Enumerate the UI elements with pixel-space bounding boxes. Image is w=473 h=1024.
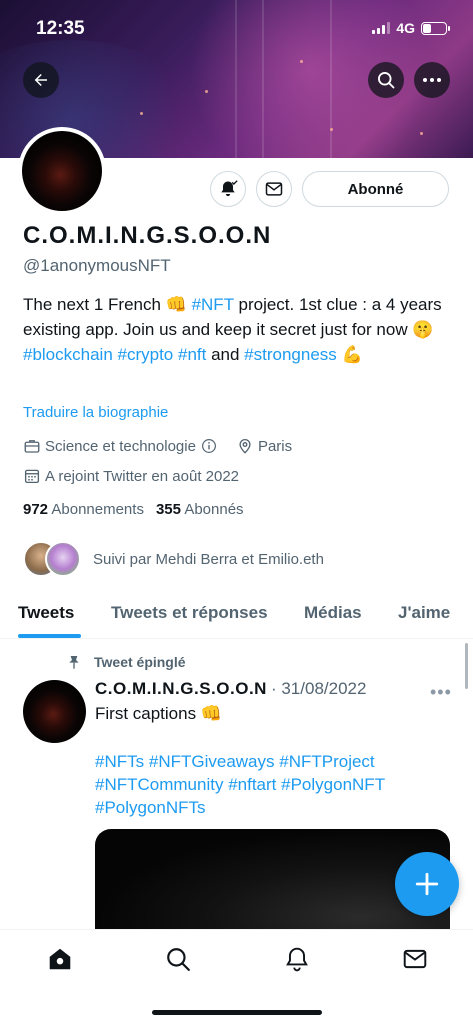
followers-link[interactable]: 355 Abonnés (156, 501, 244, 518)
profile-avatar[interactable] (18, 127, 106, 215)
profile-category: Science et technologie (45, 437, 196, 455)
home-indicator[interactable] (152, 1010, 322, 1015)
banner-speck (300, 60, 303, 63)
search-icon (167, 948, 190, 971)
hashtag-link[interactable]: #nftart (228, 775, 276, 794)
tweet-hashtags: #NFTs #NFTGiveaways #NFTProject #NFTComm… (95, 750, 435, 819)
banner-speck (420, 132, 423, 135)
banner-speck (140, 112, 143, 115)
network-label: 4G (396, 20, 415, 36)
battery-icon (421, 21, 450, 35)
plus-icon (415, 872, 439, 896)
tweet-header: C.O.M.I.N.G.S.O.O.N · 31/08/2022 (95, 679, 366, 699)
banner-speck (330, 128, 333, 131)
tab-media[interactable]: Médias (304, 603, 362, 623)
banner-speck (205, 90, 208, 93)
profile-handle: @1anonymousNFT (23, 256, 171, 275)
message-button[interactable] (256, 171, 292, 207)
followed-by-text: Suivi par Mehdi Berra et Emilio.eth (93, 550, 324, 568)
hashtag-link[interactable]: #PolygonNFTs (95, 798, 206, 817)
hashtag-link[interactable]: #NFTProject (279, 752, 374, 771)
back-button[interactable] (23, 62, 59, 98)
bio-text: and (206, 345, 245, 364)
hashtag-link[interactable]: #NFTs (95, 752, 144, 771)
pinned-label: Tweet épinglé (94, 654, 186, 670)
profile-joined: A rejoint Twitter en août 2022 (45, 467, 240, 485)
info-icon[interactable] (200, 437, 218, 455)
tweet-avatar[interactable] (23, 680, 86, 743)
followed-by-row[interactable]: Suivi par Mehdi Berra et Emilio.eth (23, 541, 324, 577)
hashtag-link[interactable]: #crypto (118, 345, 174, 364)
status-time: 12:35 (36, 18, 85, 39)
profile-name: C.O.M.I.N.G.S.O.O.N (23, 222, 272, 249)
briefcase-icon (24, 440, 40, 453)
bell-check-icon (221, 180, 238, 197)
tweet-author[interactable]: C.O.M.I.N.G.S.O.O.N (95, 679, 267, 699)
tab-tweets[interactable]: Tweets (18, 603, 74, 623)
bio-text: 💪 (336, 345, 363, 364)
tweet-text: First captions 👊 (95, 704, 222, 723)
more-icon (423, 78, 441, 82)
tweet-date[interactable]: · 31/08/2022 (271, 679, 366, 699)
envelope-icon (265, 182, 283, 196)
follower-avatar (45, 541, 81, 577)
status-bar: 12:35 4G (0, 0, 473, 56)
tab-likes[interactable]: J'aime (398, 603, 450, 623)
search-icon (378, 72, 395, 89)
bell-icon (286, 947, 308, 972)
hashtag-link[interactable]: #nft (178, 345, 206, 364)
nav-notifications[interactable] (282, 944, 312, 974)
hashtag-link[interactable]: #NFTCommunity (95, 775, 223, 794)
nav-search[interactable] (163, 944, 193, 974)
pin-icon (69, 656, 79, 669)
bottom-nav (0, 929, 473, 1024)
tweet-more-icon[interactable]: ••• (430, 682, 452, 703)
profile-tabs: Tweets Tweets et réponses Médias J'aime (0, 595, 473, 639)
calendar-icon (24, 469, 40, 484)
home-icon (49, 948, 71, 970)
location-icon (239, 439, 251, 454)
hashtag-link[interactable]: #strongness (244, 345, 337, 364)
envelope-icon (403, 949, 427, 969)
nav-messages[interactable] (400, 944, 430, 974)
hashtag-link[interactable]: #PolygonNFT (281, 775, 385, 794)
nav-home[interactable] (45, 944, 75, 974)
status-indicators: 4G (372, 20, 450, 36)
hashtag-link[interactable]: #NFT (192, 295, 234, 314)
follow-counts: 972 Abonnements 355 Abonnés (23, 501, 244, 518)
profile-meta: Science et technologie Paris (23, 437, 292, 455)
compose-tweet-button[interactable] (395, 852, 459, 916)
signal-icon (372, 22, 391, 34)
hashtag-link[interactable]: #NFTGiveaways (149, 752, 275, 771)
following-button[interactable]: Abonné (302, 171, 449, 207)
translate-bio-link[interactable]: Traduire la biographie (23, 404, 168, 421)
search-button[interactable] (368, 62, 404, 98)
profile-bio: The next 1 French 👊 #NFT project. 1st cl… (23, 292, 453, 367)
bio-text: The next 1 French 👊 (23, 295, 192, 314)
notifications-button[interactable] (210, 171, 246, 207)
following-link[interactable]: 972 Abonnements (23, 501, 144, 518)
avatar-image (22, 131, 102, 211)
more-button[interactable] (414, 62, 450, 98)
pinned-label-row: Tweet épinglé (66, 653, 186, 671)
profile-joined-row: A rejoint Twitter en août 2022 (23, 467, 239, 485)
hashtag-link[interactable]: #blockchain (23, 345, 113, 364)
back-arrow-icon (34, 74, 47, 86)
active-tab-indicator (18, 634, 81, 638)
scrollbar[interactable] (465, 643, 468, 689)
tab-tweets-replies[interactable]: Tweets et réponses (111, 603, 268, 623)
profile-location: Paris (257, 437, 293, 455)
